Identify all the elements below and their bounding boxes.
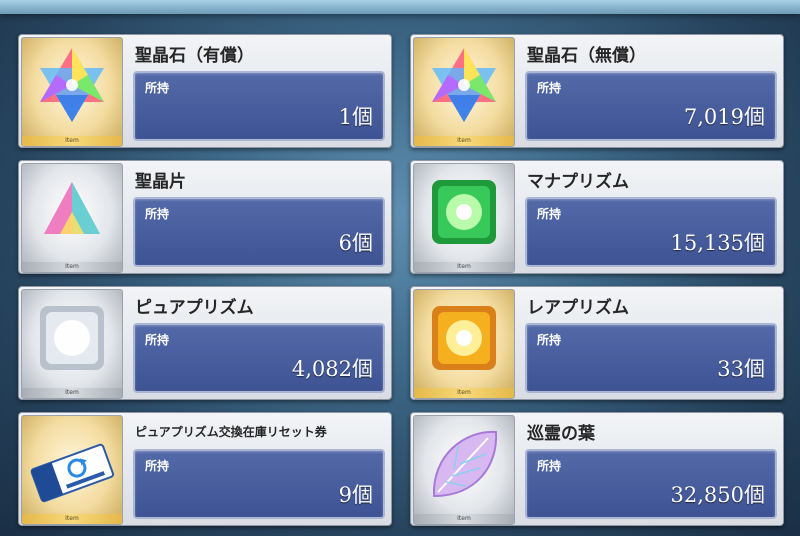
mana-prism-icon xyxy=(432,180,496,244)
quartz-fragment-icon xyxy=(44,182,100,234)
item-icon-frame: Item xyxy=(21,37,123,147)
item-name: ピュアプリズム交換在庫リセット券 xyxy=(135,425,327,439)
owned-panel: 所持 32,850個 xyxy=(525,449,777,519)
item-icon-frame: Item xyxy=(413,415,515,525)
item-count: 15,135個 xyxy=(670,231,765,255)
item-tag: Item xyxy=(414,388,514,398)
item-card-spirit-leaf[interactable]: Item 巡霊の葉 所持 32,850個 xyxy=(410,412,784,526)
item-card-pure-prism[interactable]: Item ピュアプリズム 所持 4,082個 xyxy=(18,286,392,400)
item-name: ピュアプリズム xyxy=(135,298,254,318)
item-name: マナプリズム xyxy=(527,172,629,192)
item-count: 9個 xyxy=(338,483,373,507)
owned-label: 所持 xyxy=(537,207,562,221)
item-tag: Item xyxy=(414,514,514,524)
owned-label: 所持 xyxy=(145,459,170,473)
item-tag: Item xyxy=(22,514,122,524)
item-card-saint-quartz-paid[interactable]: Item 聖晶石（有償） 所持 1個 xyxy=(18,34,392,148)
item-card-reset-ticket[interactable]: Item ピュアプリズム交換在庫リセット券 所持 9個 xyxy=(18,412,392,526)
item-icon-frame: Item xyxy=(413,163,515,273)
owned-panel: 所持 4,082個 xyxy=(133,323,385,393)
item-count: 4,082個 xyxy=(291,357,373,381)
owned-label: 所持 xyxy=(537,333,562,347)
item-icon-frame: Item xyxy=(21,163,123,273)
item-count: 6個 xyxy=(338,231,373,255)
item-count: 33個 xyxy=(717,357,765,381)
item-tag: Item xyxy=(22,388,122,398)
owned-label: 所持 xyxy=(537,459,562,473)
item-count: 32,850個 xyxy=(670,483,765,507)
owned-label: 所持 xyxy=(145,333,170,347)
item-count: 1個 xyxy=(338,105,373,129)
item-card-saint-quartz-free[interactable]: Item 聖晶石（無償） 所持 7,019個 xyxy=(410,34,784,148)
item-tag: Item xyxy=(22,136,122,146)
item-name: 聖晶片 xyxy=(135,172,186,192)
item-card-rare-prism[interactable]: Item レアプリズム 所持 33個 xyxy=(410,286,784,400)
owned-panel: 所持 15,135個 xyxy=(525,197,777,267)
item-name: 巡霊の葉 xyxy=(527,424,595,444)
item-name: 聖晶石（無償） xyxy=(527,46,646,66)
owned-panel: 所持 6個 xyxy=(133,197,385,267)
spirit-leaf-icon xyxy=(432,430,498,498)
item-name: レアプリズム xyxy=(527,298,629,318)
owned-panel: 所持 9個 xyxy=(133,449,385,519)
owned-panel: 所持 33個 xyxy=(525,323,777,393)
item-card-mana-prism[interactable]: Item マナプリズム 所持 15,135個 xyxy=(410,160,784,274)
item-tag: Item xyxy=(414,262,514,272)
item-icon-frame: Item xyxy=(21,415,123,525)
owned-panel: 所持 7,019個 xyxy=(525,71,777,141)
item-icon-frame: Item xyxy=(413,289,515,399)
saint-quartz-icon xyxy=(40,48,104,122)
item-card-quartz-fragment[interactable]: Item 聖晶片 所持 6個 xyxy=(18,160,392,274)
owned-label: 所持 xyxy=(537,81,562,95)
reset-ticket-icon xyxy=(30,443,115,503)
item-icon-frame: Item xyxy=(21,289,123,399)
owned-panel: 所持 1個 xyxy=(133,71,385,141)
item-name: 聖晶石（有償） xyxy=(135,46,254,66)
item-icon-frame: Item xyxy=(413,37,515,147)
item-tag: Item xyxy=(414,136,514,146)
item-tag: Item xyxy=(22,262,122,272)
rare-prism-icon xyxy=(432,306,496,370)
pure-prism-icon xyxy=(40,306,104,370)
owned-label: 所持 xyxy=(145,81,170,95)
owned-label: 所持 xyxy=(145,207,170,221)
item-count: 7,019個 xyxy=(683,105,765,129)
saint-quartz-icon xyxy=(432,48,496,122)
item-grid: Item 聖晶石（有償） 所持 1個 Item 聖晶石（無償） 所持 7,019… xyxy=(0,0,800,536)
